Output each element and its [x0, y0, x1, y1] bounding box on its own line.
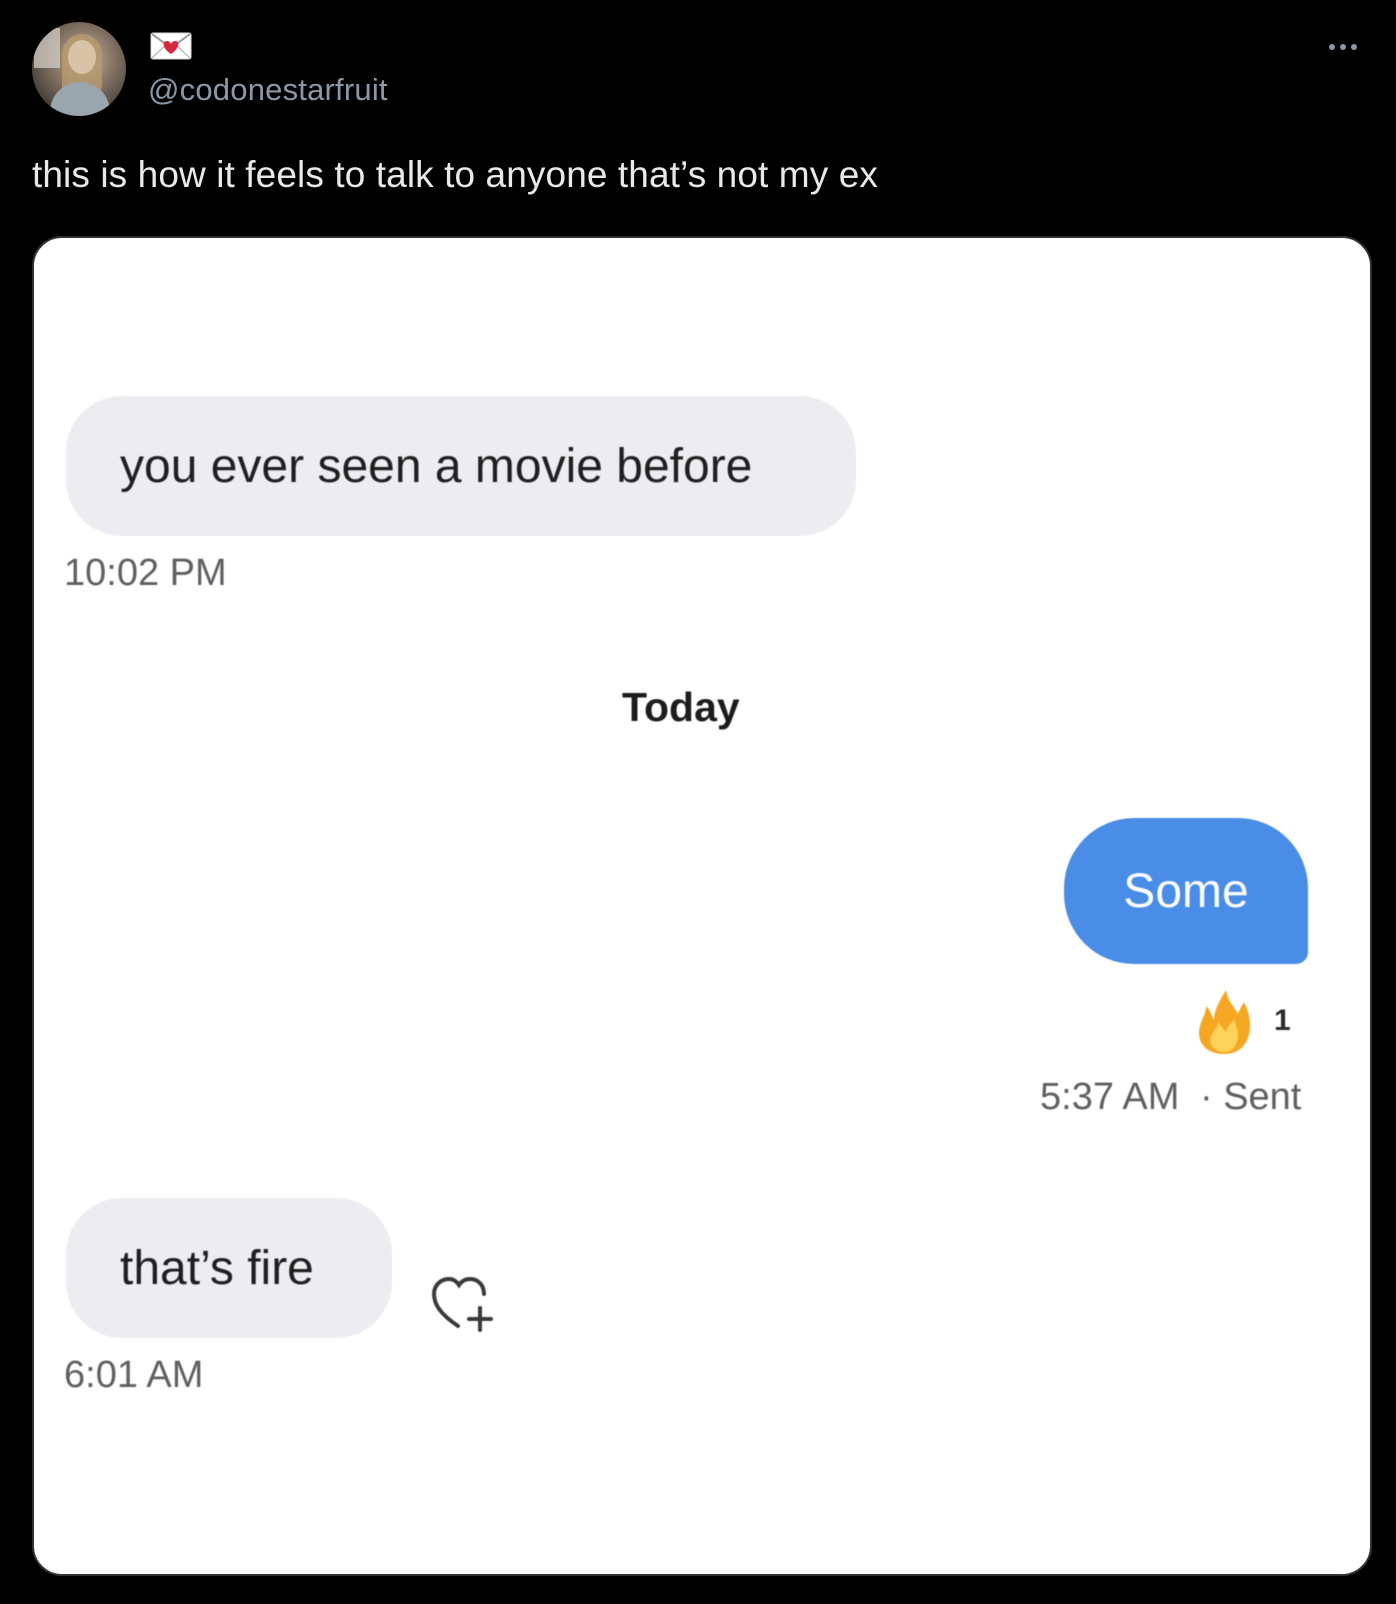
- more-options-button[interactable]: [1318, 34, 1368, 60]
- reaction-count: 1: [1274, 1004, 1291, 1037]
- heart-envelope-icon: [150, 32, 192, 60]
- fire-icon: [1199, 990, 1251, 1054]
- incoming-message-bubble: that’s fire: [66, 1198, 392, 1338]
- avatar-face: [68, 40, 96, 74]
- heart-add-icon[interactable]: [430, 1274, 500, 1334]
- more-horizontal-icon-dot: [1340, 44, 1346, 50]
- message-text: that’s fire: [120, 1241, 314, 1295]
- user-handle[interactable]: @codonestarfruit: [148, 72, 388, 108]
- message-text: you ever seen a movie before: [120, 439, 753, 493]
- message-thread: you ever seen a movie before 10:02 PM To…: [34, 238, 1370, 1574]
- delivery-status: · Sent: [1199, 1076, 1302, 1118]
- post-image[interactable]: you ever seen a movie before 10:02 PM To…: [32, 236, 1372, 1576]
- incoming-message-bubble: you ever seen a movie before: [66, 396, 856, 536]
- message-timestamp: 10:02 PM: [64, 552, 227, 594]
- outgoing-message-bubble: Some: [1064, 818, 1308, 964]
- message-timestamp: 6:01 AM: [64, 1354, 204, 1396]
- message-text: Some: [1123, 864, 1249, 918]
- avatar[interactable]: [32, 22, 126, 116]
- more-horizontal-icon-dot: [1351, 44, 1357, 50]
- post-text: this is how it feels to talk to anyone t…: [32, 154, 878, 195]
- timestamp-text: 5:37 AM: [1040, 1076, 1180, 1118]
- user-meta: @codonestarfruit: [148, 22, 388, 108]
- more-horizontal-icon: [1329, 44, 1335, 50]
- post-card: @codonestarfruit this is how it feels to…: [0, 0, 1396, 1604]
- avatar-background: [34, 28, 60, 68]
- post-header: @codonestarfruit: [32, 22, 388, 118]
- day-divider: Today: [622, 684, 740, 730]
- message-timestamp: 5:37 AM · Sent: [1040, 1076, 1301, 1119]
